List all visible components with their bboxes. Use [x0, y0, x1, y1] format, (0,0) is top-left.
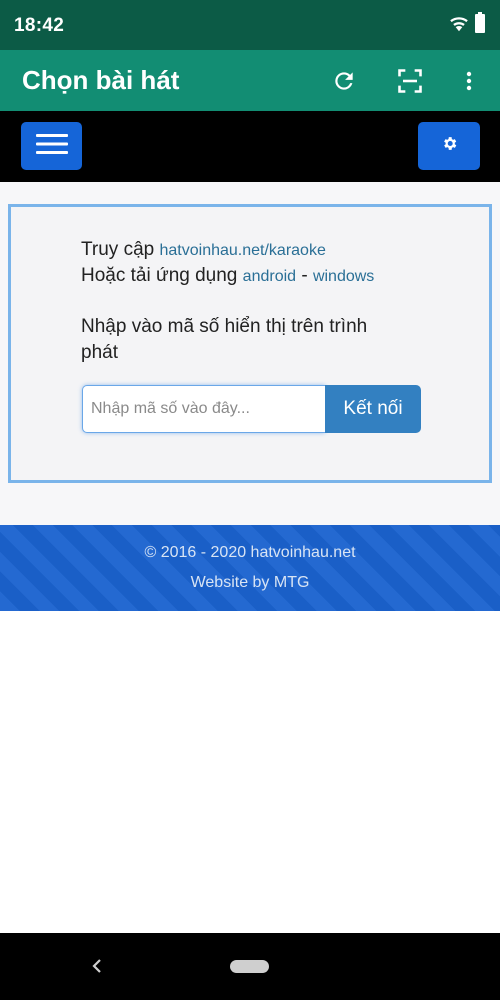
- settings-button[interactable]: [418, 122, 480, 170]
- download-line: Hoặc tải ứng dụng android - windows: [81, 263, 374, 290]
- website-link[interactable]: hatvoinhau.net/karaoke: [160, 242, 326, 259]
- back-icon[interactable]: [86, 955, 108, 977]
- hamburger-menu-icon: [35, 133, 68, 160]
- windows-link[interactable]: windows: [313, 268, 374, 285]
- code-input[interactable]: [82, 385, 325, 433]
- gear-icon: [441, 135, 458, 157]
- menu-button[interactable]: [21, 122, 82, 170]
- link-separator: -: [301, 265, 308, 286]
- home-pill[interactable]: [230, 960, 269, 973]
- web-navbar: [0, 111, 500, 182]
- footer: © 2016 - 2020 hatvoinhau.net Website by …: [0, 525, 500, 611]
- battery-icon: [474, 12, 486, 39]
- wifi-icon: [448, 12, 470, 39]
- scan-icon[interactable]: [392, 63, 428, 99]
- copyright-text: © 2016 - 2020 hatvoinhau.net: [144, 544, 356, 561]
- page-title: Chọn bài hát: [22, 65, 180, 95]
- access-label: Truy cập: [81, 239, 155, 260]
- code-input-group: Kết nối: [82, 385, 421, 433]
- connect-card: Truy cập hatvoinhau.net/karaoke Hoặc tải…: [8, 204, 492, 483]
- connect-button[interactable]: Kết nối: [325, 385, 421, 433]
- app-bar: Chọn bài hát: [0, 50, 500, 111]
- download-label: Hoặc tải ứng dụng: [81, 265, 238, 286]
- credit-text: Website by MTG: [190, 574, 310, 591]
- status-icons: [448, 12, 486, 39]
- instruction-text: Nhập vào mã số hiển thị trên trình phát: [81, 316, 368, 363]
- status-time: 18:42: [14, 15, 65, 36]
- status-bar: 18:42: [0, 0, 500, 50]
- access-line: Truy cập hatvoinhau.net/karaoke: [81, 237, 326, 264]
- system-nav-bar: [0, 933, 500, 1000]
- main-content: Truy cập hatvoinhau.net/karaoke Hoặc tải…: [0, 182, 500, 525]
- more-vert-icon[interactable]: [451, 63, 487, 99]
- refresh-icon[interactable]: [326, 63, 362, 99]
- android-link[interactable]: android: [243, 268, 296, 285]
